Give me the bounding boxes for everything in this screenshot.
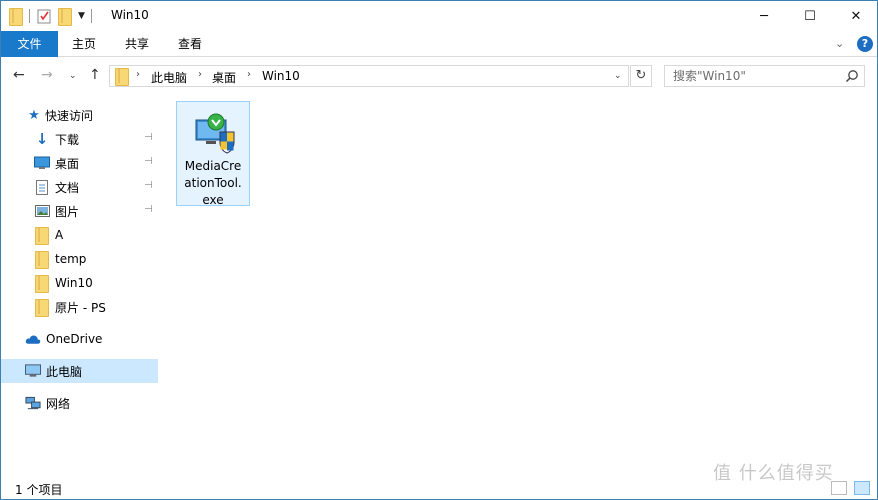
nav-label: Win10 xyxy=(55,276,93,290)
title-bar: ▼ Win10 ─ ☐ ✕ xyxy=(1,1,877,31)
tab-file[interactable]: 文件 xyxy=(1,31,58,57)
nav-label: OneDrive xyxy=(46,332,103,346)
folder-icon xyxy=(34,299,50,317)
folder-icon xyxy=(34,275,50,293)
address-bar[interactable]: › 此电脑 › 桌面 › Win10 ⌄ xyxy=(109,65,629,87)
nav-onedrive[interactable]: OneDrive xyxy=(1,327,158,351)
window-title: Win10 xyxy=(111,8,149,22)
nav-item-folder-ps[interactable]: 原片 - PS xyxy=(1,295,158,319)
folder-icon xyxy=(34,227,50,245)
nav-item-folder-win10[interactable]: Win10 xyxy=(1,271,158,295)
item-count: 1 个项目 xyxy=(15,483,63,497)
media-creation-tool-icon xyxy=(195,113,235,154)
close-button[interactable]: ✕ xyxy=(833,1,878,31)
desktop-icon xyxy=(34,155,50,171)
nav-item-folder-temp[interactable]: temp xyxy=(1,247,158,271)
breadcrumb-win10[interactable]: Win10 xyxy=(262,69,300,83)
help-icon[interactable]: ? xyxy=(857,36,873,52)
tab-share[interactable]: 共享 xyxy=(117,31,157,57)
recent-locations-icon[interactable]: ⌄ xyxy=(69,71,77,81)
explorer-window: ▼ Win10 ─ ☐ ✕ 文件 主页 共享 查看 ⌄ ? ← → ⌄ ↑ › … xyxy=(0,0,878,500)
breadcrumb-separator[interactable]: › xyxy=(136,69,140,80)
nav-item-folder-a[interactable]: A xyxy=(1,223,158,247)
properties-icon[interactable] xyxy=(36,8,52,24)
quick-access-toolbar: ▼ xyxy=(9,8,98,26)
file-name-line: exe xyxy=(202,193,224,207)
folder-icon xyxy=(115,68,129,86)
pin-icon[interactable]: ⊣ xyxy=(144,204,153,215)
folder-icon xyxy=(34,251,50,269)
file-item[interactable]: MediaCre ationTool. exe xyxy=(176,101,250,209)
search-icon[interactable] xyxy=(845,69,859,83)
nav-label: temp xyxy=(55,252,87,266)
pin-icon[interactable]: ⊣ xyxy=(144,156,153,167)
customize-toolbar-icon[interactable]: ▼ xyxy=(78,11,85,21)
nav-label: 桌面 xyxy=(55,156,80,171)
up-button[interactable]: ↑ xyxy=(89,67,101,83)
nav-label: 网络 xyxy=(46,396,71,411)
large-icons-view-icon[interactable] xyxy=(854,481,870,495)
nav-this-pc[interactable]: 此电脑 xyxy=(1,359,158,383)
pin-icon[interactable]: ⊣ xyxy=(144,180,153,191)
download-arrow-icon: ↓ xyxy=(35,130,49,148)
document-icon xyxy=(34,179,50,195)
toolbar-divider xyxy=(90,9,92,23)
nav-item-documents[interactable]: 文档 ⊣ xyxy=(1,175,158,199)
pictures-icon xyxy=(34,203,50,219)
folder-icon xyxy=(9,8,23,26)
file-list: MediaCre ationTool. exe xyxy=(161,95,876,475)
file-name: MediaCre ationTool. exe xyxy=(177,158,249,209)
maximize-button[interactable]: ☐ xyxy=(787,1,833,31)
nav-item-desktop[interactable]: 桌面 ⊣ xyxy=(1,151,158,175)
tab-view[interactable]: 查看 xyxy=(170,31,210,57)
expand-ribbon-icon[interactable]: ⌄ xyxy=(835,37,844,50)
breadcrumb-desktop[interactable]: 桌面 xyxy=(212,69,236,86)
nav-quick-access[interactable]: ★ 快速访问 xyxy=(1,103,158,127)
search-input[interactable] xyxy=(665,66,841,86)
cloud-icon xyxy=(25,331,41,347)
network-icon xyxy=(25,395,41,411)
address-dropdown-icon[interactable]: ⌄ xyxy=(614,71,622,81)
ribbon-tabs: 文件 主页 共享 查看 ⌄ ? xyxy=(1,31,877,57)
forward-button[interactable]: → xyxy=(41,67,53,83)
navigation-pane: ★ 快速访问 ↓ 下载 ⊣ 桌面 ⊣ 文档 ⊣ 图片 ⊣ A temp Win1… xyxy=(1,95,159,475)
address-row: ← → ⌄ ↑ › 此电脑 › 桌面 › Win10 ⌄ ↻ xyxy=(1,57,877,95)
nav-label: 图片 xyxy=(55,204,80,219)
nav-label: 下载 xyxy=(55,132,80,147)
nav-label: 快速访问 xyxy=(45,108,94,123)
star-icon: ★ xyxy=(28,107,40,123)
refresh-button[interactable]: ↻ xyxy=(630,65,652,87)
back-button[interactable]: ← xyxy=(13,67,25,83)
nav-item-pictures[interactable]: 图片 ⊣ xyxy=(1,199,158,223)
toolbar-divider xyxy=(29,9,30,23)
minimize-button[interactable]: ─ xyxy=(741,1,787,31)
search-box[interactable] xyxy=(664,65,865,87)
nav-label: A xyxy=(55,228,64,242)
file-name-line: MediaCre xyxy=(184,159,242,173)
watermark: 值 什么值得买 xyxy=(713,463,834,484)
nav-network[interactable]: 网络 xyxy=(1,391,158,415)
file-name-line: ationTool. xyxy=(184,176,242,190)
nav-label: 文档 xyxy=(55,180,80,195)
nav-label: 原片 - PS xyxy=(55,300,106,315)
tab-home[interactable]: 主页 xyxy=(64,31,104,57)
pin-icon[interactable]: ⊣ xyxy=(144,132,153,143)
breadcrumb-separator[interactable]: › xyxy=(198,69,202,80)
new-folder-icon[interactable] xyxy=(58,8,72,26)
breadcrumb-separator[interactable]: › xyxy=(247,69,251,80)
nav-item-downloads[interactable]: ↓ 下载 ⊣ xyxy=(1,127,158,151)
computer-icon xyxy=(25,363,41,379)
breadcrumb-this-pc[interactable]: 此电脑 xyxy=(151,69,187,86)
nav-label: 此电脑 xyxy=(46,364,83,379)
